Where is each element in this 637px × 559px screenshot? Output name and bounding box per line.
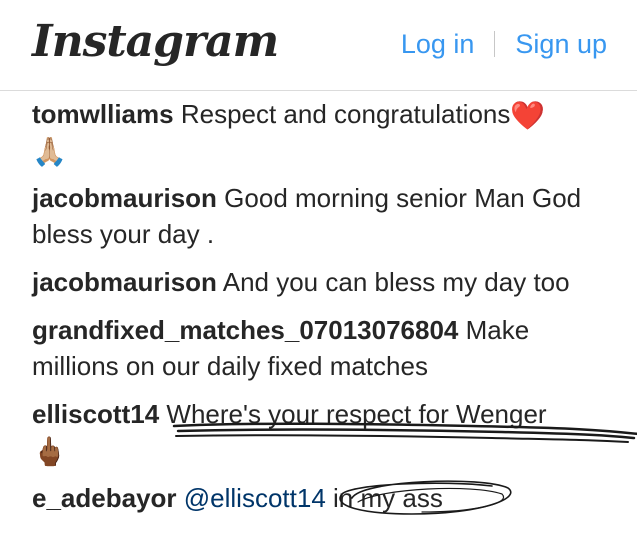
comment-username[interactable]: jacobmaurison: [32, 183, 217, 213]
heart-emoji-icon: ❤️: [510, 99, 546, 132]
middle-finger-emoji-icon: 🖕🏾: [32, 435, 67, 468]
login-link[interactable]: Log in: [401, 29, 475, 60]
comment-list: tomwlliams Respect and congratulations❤️…: [32, 96, 637, 528]
comment-username[interactable]: grandfixed_matches_07013076804: [32, 315, 458, 345]
comment-username[interactable]: tomwlliams: [32, 99, 174, 129]
comment-username[interactable]: jacobmaurison: [32, 267, 217, 297]
signup-link[interactable]: Sign up: [515, 29, 607, 60]
instagram-logo[interactable]: Instagram: [32, 16, 279, 68]
comment-item: e_adebayor @elliscott14 in my ass: [32, 480, 622, 516]
comment-item: jacobmaurison Good morning senior Man Go…: [32, 180, 622, 252]
comment-text: Respect and congratulations: [180, 99, 511, 129]
comment-item: tomwlliams Respect and congratulations❤️…: [32, 96, 622, 168]
comment-text: Where's your respect for Wenger: [166, 399, 547, 429]
comment-item: elliscott14 Where's your respect for Wen…: [32, 396, 637, 468]
top-bar: Instagram Log in Sign up: [0, 0, 637, 91]
nav-divider: [494, 31, 496, 57]
comment-username[interactable]: e_adebayor: [32, 483, 177, 513]
comment-mention[interactable]: @elliscott14: [184, 483, 326, 513]
praying-hands-emoji-icon: 🙏🏼: [32, 135, 67, 168]
comment-username[interactable]: elliscott14: [32, 399, 159, 429]
auth-nav: Log in Sign up: [401, 28, 607, 60]
comment-text: in my ass: [333, 483, 443, 513]
comment-item: jacobmaurison And you can bless my day t…: [32, 264, 622, 300]
comment-item: grandfixed_matches_07013076804 Make mill…: [32, 312, 622, 384]
comment-text: And you can bless my day too: [222, 267, 570, 297]
